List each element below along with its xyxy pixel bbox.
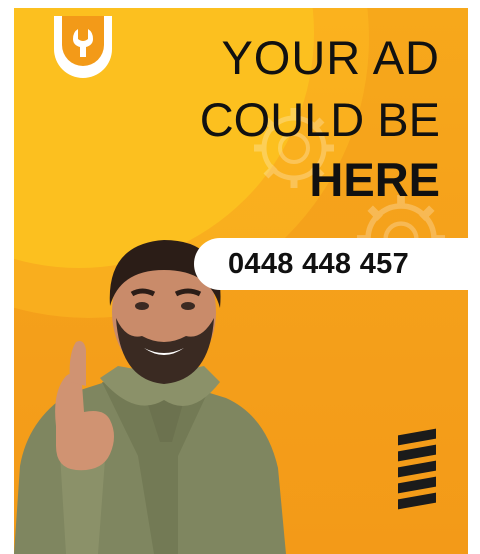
headline-line-2: COULD BE: [199, 93, 440, 146]
phone-number-pill[interactable]: 0448 448 457: [194, 238, 468, 290]
stripes-icon: [398, 428, 438, 516]
wrench-icon: [73, 29, 93, 57]
headline-line-3: HERE: [309, 153, 440, 206]
headline-line-1: YOUR AD: [221, 31, 440, 84]
logo-badge: [54, 16, 112, 78]
headline: YOUR AD COULD BE HERE: [110, 32, 440, 206]
phone-number[interactable]: 0448 448 457: [228, 248, 409, 281]
